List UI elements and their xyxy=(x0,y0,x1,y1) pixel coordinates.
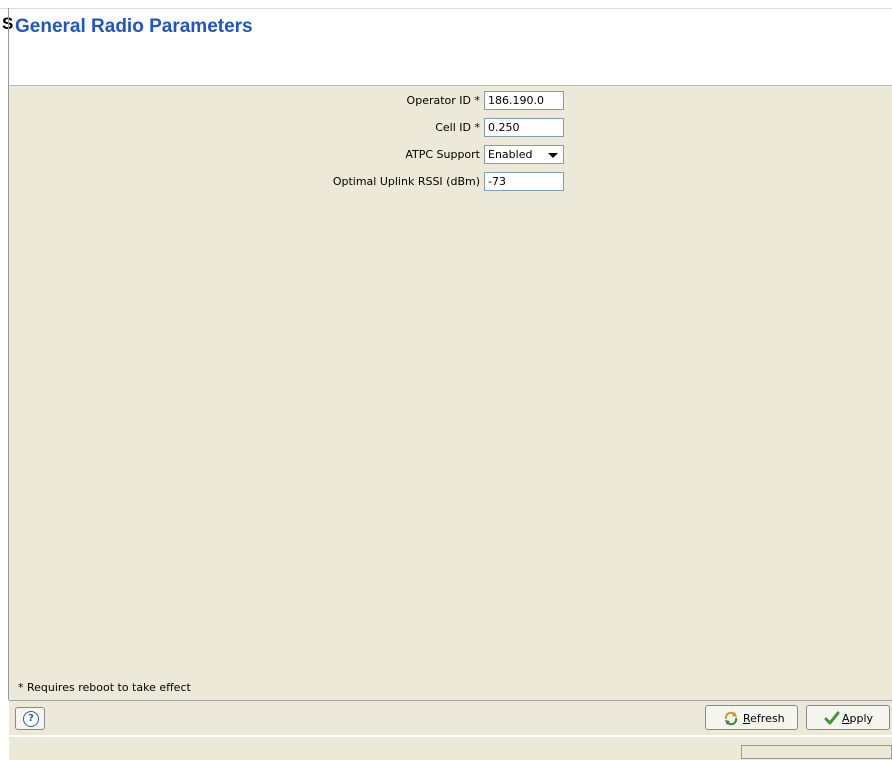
operator-id-label: Operator ID * xyxy=(406,94,480,107)
refresh-icon xyxy=(723,710,739,729)
cell-id-label: Cell ID * xyxy=(435,121,480,134)
help-button[interactable]: ? xyxy=(15,707,45,730)
help-icon: ? xyxy=(23,711,39,727)
window-top-strip xyxy=(0,0,892,9)
chevron-down-icon[interactable] xyxy=(548,153,558,158)
page-title: General Radio Parameters xyxy=(15,16,253,37)
panel-left-border xyxy=(8,8,9,700)
cell-id-row: Cell ID * xyxy=(0,118,480,138)
cell-id-input[interactable]: 0.250 xyxy=(484,118,564,137)
atpc-support-row: ATPC Support xyxy=(0,145,480,165)
apply-mnemonic: A xyxy=(842,712,850,725)
atpc-support-label: ATPC Support xyxy=(405,148,480,161)
optimal-uplink-rssi-row: Optimal Uplink RSSI (dBm) xyxy=(0,172,480,192)
refresh-button[interactable]: Refresh xyxy=(705,705,798,730)
checkmark-icon xyxy=(824,710,840,729)
status-progress-box xyxy=(741,745,892,759)
refresh-label-rest: efresh xyxy=(750,712,785,725)
optimal-uplink-rssi-input[interactable]: -73 xyxy=(484,172,564,191)
optimal-uplink-rssi-label: Optimal Uplink RSSI (dBm) xyxy=(332,175,480,188)
refresh-label: Refresh xyxy=(743,712,785,725)
apply-label: Apply xyxy=(842,712,873,725)
operator-id-row: Operator ID * xyxy=(0,91,480,111)
atpc-support-value: Enabled xyxy=(488,148,533,161)
atpc-support-select[interactable]: Enabled xyxy=(484,145,564,164)
apply-button[interactable]: Apply xyxy=(806,705,890,730)
apply-label-rest: pply xyxy=(849,712,874,725)
operator-id-input[interactable]: 186.190.0 xyxy=(484,91,564,110)
reboot-note: * Requires reboot to take effect xyxy=(18,681,191,694)
